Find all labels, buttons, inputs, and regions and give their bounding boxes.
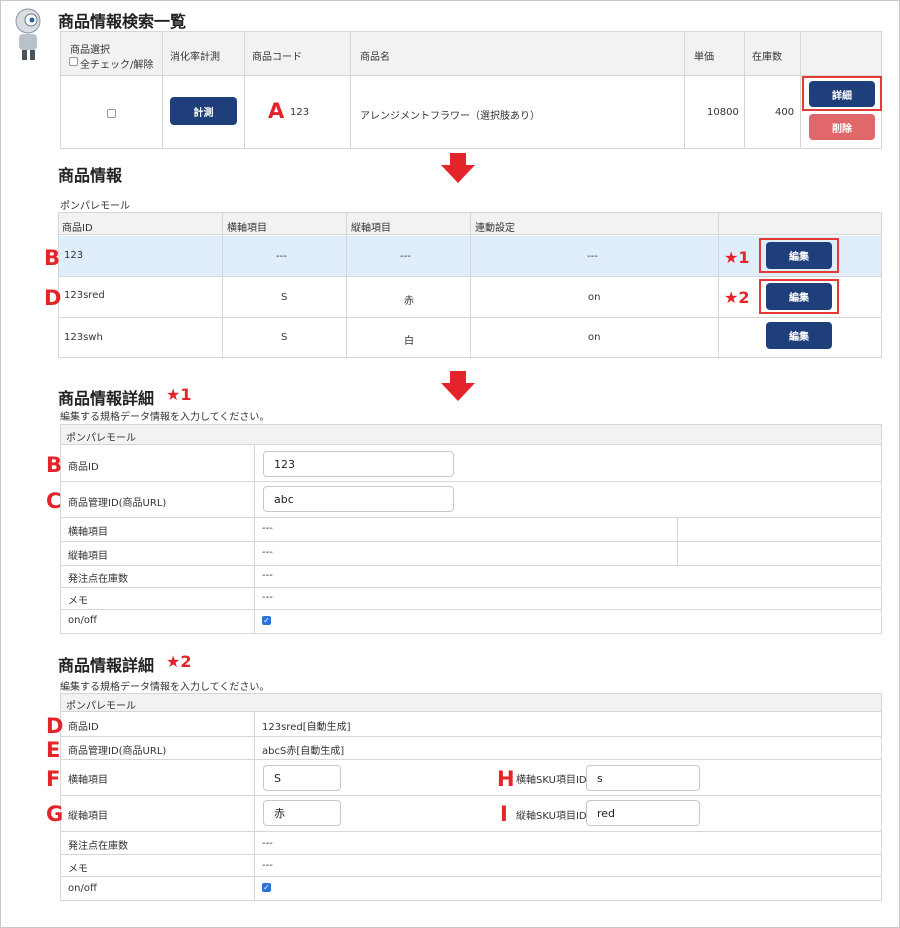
detail2-value-memo: --- — [262, 860, 273, 871]
measure-button[interactable]: 計測 — [170, 97, 237, 125]
detail2-label-h-sku: 横軸SKU項目ID — [516, 775, 587, 786]
marker-b: B — [44, 246, 61, 270]
detail1-value-v: --- — [262, 547, 273, 558]
detail2-label-manage: 商品管理ID(商品URL) — [68, 746, 167, 757]
detail2-label-v-sku: 縦軸SKU項目ID — [516, 811, 587, 822]
detail1-value-reorder: --- — [262, 570, 273, 581]
marker-e: E — [46, 738, 61, 762]
row2-id: 123sred — [64, 290, 105, 301]
col-v-item: 縦軸項目 — [351, 223, 391, 234]
check-all-label: 全チェック/解除 — [80, 60, 154, 71]
row3-link: on — [588, 332, 601, 343]
marker-c: C — [46, 489, 62, 513]
marker-b-2: B — [46, 453, 63, 477]
detail2-label-memo: メモ — [68, 864, 88, 875]
row2-link: on — [588, 292, 601, 303]
detail1-value-h: --- — [262, 523, 273, 534]
col-code: 商品コード — [252, 52, 302, 63]
marker-f: F — [46, 767, 61, 791]
detail2-label-h: 横軸項目 — [68, 775, 108, 786]
detail2-value-reorder: --- — [262, 838, 273, 849]
detail2-store: ポンパレモール — [66, 701, 136, 712]
marker-d: D — [44, 286, 62, 310]
row1-h: --- — [276, 251, 287, 262]
detail2-label-reorder: 発注点在庫数 — [68, 841, 128, 852]
detail1-label-manage: 商品管理ID(商品URL) — [68, 498, 167, 509]
marker-g: G — [46, 802, 64, 826]
edit-button-1[interactable]: 編集 — [766, 242, 832, 269]
detail2-v-item-input[interactable]: 赤 — [263, 800, 341, 826]
detail2-title: 商品情報詳細 — [58, 656, 155, 675]
detail1-desc: 編集する規格データ情報を入力してください。 — [60, 412, 270, 423]
detail2-star: ★2 — [166, 652, 192, 671]
detail1-onoff-checkbox[interactable]: ✓ — [262, 616, 271, 625]
detail-button[interactable]: 詳細 — [809, 81, 875, 107]
page-title: 商品情報検索一覧 — [58, 12, 187, 31]
detail2-label-onoff: on/off — [68, 883, 97, 894]
marker-star2: ★2 — [724, 288, 750, 307]
detail1-star: ★1 — [166, 385, 192, 404]
marker-h: H — [497, 767, 515, 791]
product-info-store: ポンパレモール — [60, 201, 130, 212]
detail2-h-item-input[interactable]: S — [263, 765, 341, 791]
detail1-store: ポンパレモール — [66, 433, 136, 444]
detail1-label-reorder: 発注点在庫数 — [68, 574, 128, 585]
row2-v: 赤 — [404, 296, 414, 307]
col-name: 商品名 — [360, 52, 390, 63]
row1-v: --- — [400, 251, 411, 262]
detail2-label-id: 商品ID — [68, 722, 99, 733]
row2-h: S — [281, 292, 288, 303]
edit-button-3[interactable]: 編集 — [766, 322, 832, 349]
row-name: アレンジメントフラワー（選択肢あり） — [360, 111, 540, 122]
marker-d-2: D — [46, 714, 64, 738]
detail2-value-manage: abcS赤[自動生成] — [262, 746, 345, 757]
down-arrow-icon — [441, 371, 475, 401]
detail1-label-h: 横軸項目 — [68, 527, 108, 538]
detail1-manage-id-input[interactable]: abc — [263, 486, 454, 512]
col-product-id: 商品ID — [62, 223, 93, 234]
detail2-v-sku-input[interactable]: red — [586, 800, 700, 826]
edit-button-2[interactable]: 編集 — [766, 283, 832, 310]
row3-id: 123swh — [64, 332, 103, 343]
delete-button[interactable]: 削除 — [809, 114, 875, 140]
row-stock: 400 — [775, 107, 795, 118]
detail2-desc: 編集する規格データ情報を入力してください。 — [60, 682, 270, 693]
detail2-h-sku-input[interactable]: s — [586, 765, 700, 791]
row-price: 10800 — [707, 107, 739, 118]
mascot-icon — [15, 8, 41, 60]
col-stock: 在庫数 — [752, 52, 782, 63]
detail1-value-memo: --- — [262, 592, 273, 603]
detail2-value-id: 123sred[自動生成] — [262, 722, 351, 733]
row-select-checkbox[interactable] — [107, 109, 116, 118]
detail1-label-onoff: on/off — [68, 615, 97, 626]
col-measure: 消化率計測 — [170, 52, 220, 63]
detail1-label-id: 商品ID — [68, 462, 99, 473]
check-all-checkbox[interactable] — [69, 57, 78, 66]
row1-id: 123 — [64, 250, 84, 261]
detail2-table — [60, 693, 882, 901]
row3-v: 白 — [404, 336, 414, 347]
detail2-label-v: 縦軸項目 — [68, 811, 108, 822]
detail2-onoff-checkbox[interactable]: ✓ — [262, 883, 271, 892]
detail1-title: 商品情報詳細 — [58, 389, 155, 408]
marker-a: A — [268, 99, 285, 123]
col-price: 単価 — [694, 52, 714, 63]
detail1-label-memo: メモ — [68, 596, 88, 607]
row3-h: S — [281, 332, 288, 343]
col-link: 連動設定 — [475, 223, 515, 234]
detail1-label-v: 縦軸項目 — [68, 551, 108, 562]
marker-star1: ★1 — [724, 248, 750, 267]
row-code: 123 — [290, 107, 310, 118]
down-arrow-icon — [441, 153, 475, 183]
detail1-product-id-input[interactable]: 123 — [263, 451, 454, 477]
marker-i: I — [500, 802, 508, 826]
row1-link: --- — [587, 251, 598, 262]
detail1-table — [60, 424, 882, 634]
product-info-title: 商品情報 — [58, 166, 123, 185]
col-h-item: 横軸項目 — [227, 223, 267, 234]
col-select: 商品選択 — [70, 45, 110, 56]
